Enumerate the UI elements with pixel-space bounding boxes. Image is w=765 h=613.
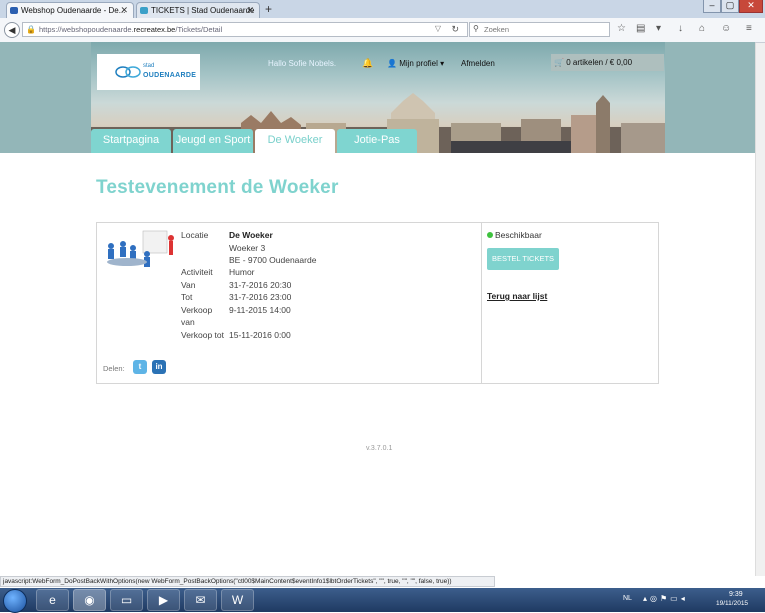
system-tray-icons[interactable]: ▴◎⚑▭◂ [643,594,688,603]
from-value: 31-7-2016 20:30 [229,280,292,290]
clock-time[interactable]: 9:39 [729,591,743,598]
logo-rings-icon [115,66,141,78]
browser-navbar: ◀ 🔒 https://webshopoudenaarde.recreatex.… [0,18,765,43]
download-icon[interactable]: ↓ [678,23,683,34]
search-icon: ⚲ [473,24,479,33]
webshop-favicon-icon [10,7,18,14]
my-profile-menu[interactable]: 👤 Mijn profiel ▾ [387,59,444,68]
sale-to-label: Verkoop tot [181,330,225,340]
availability-text: Beschikbaar [495,230,542,240]
menu-icon[interactable]: ≡ [746,23,752,34]
new-tab-button[interactable]: + [265,2,272,16]
reload-icon[interactable]: ↻ [451,24,459,35]
header-background-right [665,42,755,153]
sale-from-value: 9-11-2015 14:00 [229,305,291,315]
header-background-left [0,42,91,153]
chat-icon[interactable]: ☺ [721,23,731,34]
lock-icon: 🔒 [26,25,36,34]
close-tab-icon[interactable]: ✕ [246,3,254,18]
sale-to-value: 15-11-2016 0:00 [229,330,291,340]
search-placeholder: Zoeken [484,25,510,34]
browser-tab-title: Webshop Oudenaarde - De... [21,6,126,15]
bell-icon[interactable]: 🔔 [362,58,373,69]
version-text: v.3.7.0.1 [366,445,393,452]
media-player-icon[interactable]: ▶ [147,589,180,611]
minimize-button[interactable]: – [703,0,721,13]
from-label: Van [181,280,196,290]
url-text: https://webshopoudenaarde.recreatex.be/T… [39,25,223,34]
nav-tab-startpagina[interactable]: Startpagina [91,129,171,153]
chevron-down-icon: ▾ [440,59,445,68]
start-button[interactable] [3,589,27,613]
panel-divider [481,223,482,383]
my-profile-label: Mijn profiel [399,59,438,68]
close-tab-icon[interactable]: ✕ [120,3,128,18]
tickets-favicon-icon [140,7,148,14]
windows-taskbar: e ◉ ▭ ▶ ✉ W NL ▴◎⚑▭◂ 9:39 19/11/2015 [0,588,765,613]
reading-list-icon[interactable]: ▤ [636,23,645,34]
cart-button[interactable]: 🛒 0 artikelen / € 0,00 [551,54,664,71]
share-label: Delen: [103,364,125,373]
outlook-icon[interactable]: ✉ [184,589,217,611]
back-button[interactable]: ◀ [4,22,20,38]
close-window-button[interactable]: ✕ [739,0,763,13]
language-indicator[interactable]: NL [623,595,632,602]
linkedin-icon[interactable]: in [152,360,166,374]
order-tickets-button[interactable]: BESTEL TICKETS [487,248,559,270]
logo-stad-text: stad [143,63,155,69]
page-scrollbar[interactable] [755,43,765,576]
home-icon[interactable]: ⌂ [699,23,705,34]
nav-tab-jeugd-en-sport[interactable]: Jeugd en Sport [173,129,253,153]
sale-from-label-2: van [181,317,195,327]
browser-status-bar: javascript:WebForm_DoPostBackWithOptions… [0,576,495,587]
location-label: Locatie [181,230,209,240]
file-explorer-icon[interactable]: ▭ [110,589,143,611]
nav-tab-de-woeker[interactable]: De Woeker [255,129,335,153]
clock-date[interactable]: 19/11/2015 [716,600,748,607]
location-city: BE - 9700 Oudenaarde [229,255,317,265]
bookmark-star-icon[interactable]: ☆ [617,23,626,34]
activity-label: Activiteit [181,267,213,277]
cart-summary: 0 artikelen / € 0,00 [566,58,633,67]
sale-from-label: Verkoop [181,305,213,315]
greeting-text: Hallo Sofie Nobels. [268,59,337,68]
activity-value: Humor [229,267,255,277]
page-title: Testevenement de Woeker [96,177,339,198]
word-icon[interactable]: W [221,589,254,611]
browser-tab-webshop[interactable]: Webshop Oudenaarde - De... ✕ [6,2,134,18]
search-input[interactable]: ⚲ Zoeken [469,22,610,37]
location-street: Woeker 3 [229,243,266,253]
pocket-icon[interactable]: ▾ [656,23,661,34]
logo-city-text: OUDENAARDE [143,72,197,79]
user-icon: 👤 [387,59,397,68]
availability-status-icon [487,232,493,238]
browser-tab-title: TICKETS | Stad Oudenaarde [151,6,255,15]
location-name: De Woeker [229,230,273,240]
to-label: Tot [181,292,193,302]
chevron-down-icon[interactable]: ▽ [435,24,441,33]
maximize-button[interactable]: ▢ [721,0,739,13]
logout-link[interactable]: Afmelden [461,59,495,68]
back-to-list-link[interactable]: Terug naar lijst [487,291,547,301]
oudenaarde-logo[interactable]: stad OUDENAARDE [97,54,200,90]
event-detail-panel: Locatie De Woeker Woeker 3 BE - 9700 Oud… [96,222,659,384]
browser-tab-tickets[interactable]: TICKETS | Stad Oudenaarde ✕ [136,2,260,18]
event-thumbnail [107,230,174,267]
browser-titlebar: Webshop Oudenaarde - De... ✕ TICKETS | S… [0,0,765,18]
firefox-icon[interactable]: ◉ [73,589,106,611]
internet-explorer-icon[interactable]: e [36,589,69,611]
main-navigation: Startpagina Jeugd en Sport De Woeker Jot… [91,129,665,153]
nav-tab-jotie-pas[interactable]: Jotie-Pas [337,129,417,153]
cart-icon: 🛒 [554,58,564,67]
twitter-icon[interactable]: t [133,360,147,374]
address-bar[interactable]: 🔒 https://webshopoudenaarde.recreatex.be… [22,22,468,37]
to-value: 31-7-2016 23:00 [229,292,292,302]
